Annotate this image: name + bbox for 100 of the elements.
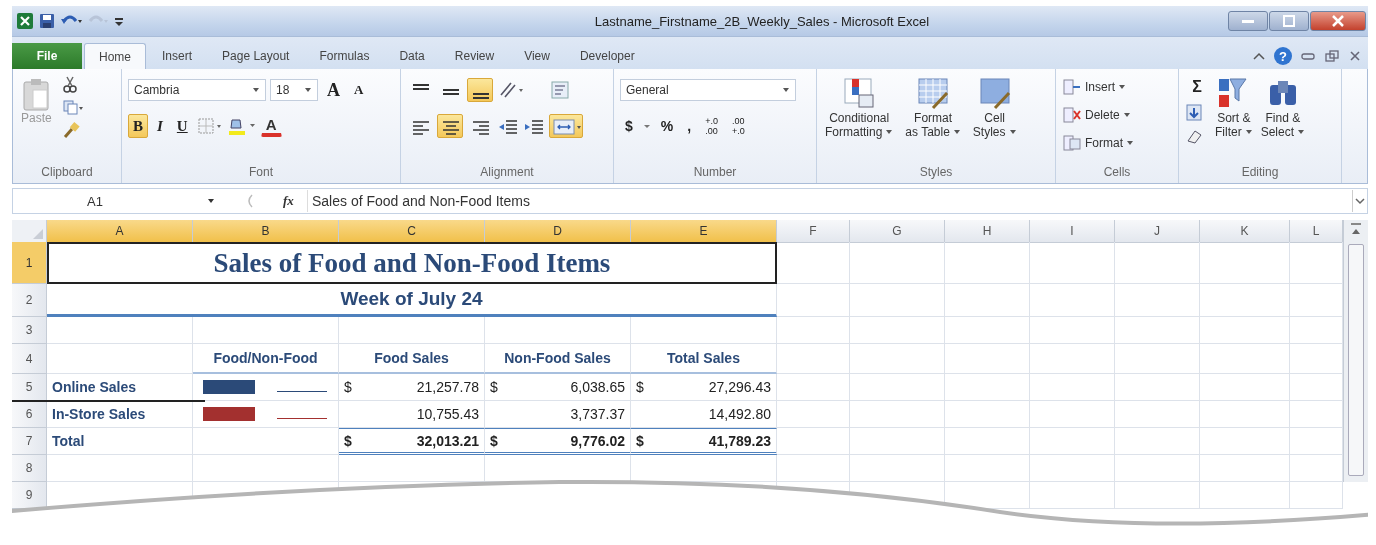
column-header[interactable]: B <box>193 220 339 243</box>
amount-cell[interactable]: $ 21,257.78 <box>339 374 485 401</box>
amount-cell[interactable]: $ 41,789.23 <box>631 428 777 455</box>
number-format-dropdown[interactable]: General <box>620 79 796 101</box>
empty-cell[interactable] <box>1030 401 1115 428</box>
ribbon-tab[interactable]: File <box>12 43 82 69</box>
empty-cell[interactable] <box>1030 242 1115 284</box>
select-all-icon[interactable] <box>32 228 44 240</box>
column-heading-cell[interactable]: Food/Non-Food <box>193 344 339 374</box>
percent-button[interactable]: % <box>655 114 679 138</box>
empty-cell[interactable] <box>1030 428 1115 455</box>
styles-button[interactable]: Conditional Formatting <box>823 75 896 139</box>
amount-cell[interactable]: $ 27,296.43 <box>631 374 777 401</box>
formula-input[interactable]: Sales of Food and Non-Food Items <box>307 190 1352 212</box>
save-icon[interactable] <box>38 12 56 30</box>
scrollbar-thumb[interactable] <box>1348 244 1364 476</box>
editing-button[interactable]: Find & Select <box>1258 75 1308 165</box>
column-header[interactable]: J <box>1115 220 1200 243</box>
excel-logo-icon[interactable] <box>16 12 34 30</box>
empty-cell[interactable] <box>1115 242 1200 284</box>
amount-cell[interactable]: 14,492.80 <box>631 401 777 428</box>
font-style-button[interactable]: B <box>128 114 148 138</box>
font-name-dropdown[interactable]: Cambria <box>128 79 266 101</box>
row-header[interactable]: 3 <box>12 317 47 344</box>
row-header[interactable]: 4 <box>12 344 47 374</box>
vertical-scrollbar[interactable] <box>1343 220 1368 482</box>
empty-cell[interactable] <box>1030 344 1115 374</box>
subtitle-cell[interactable]: Week of July 24 <box>47 284 777 317</box>
empty-cell[interactable] <box>945 284 1030 317</box>
column-header[interactable]: L <box>1290 220 1343 243</box>
empty-cell[interactable] <box>850 374 945 401</box>
row-header[interactable]: 1 <box>12 242 47 284</box>
empty-cell[interactable] <box>1030 374 1115 401</box>
row-header[interactable]: 2 <box>12 284 47 317</box>
empty-cell[interactable] <box>945 242 1030 284</box>
name-box[interactable]: A1 <box>13 193 223 209</box>
empty-cell[interactable] <box>777 242 850 284</box>
empty-cell[interactable] <box>1115 344 1200 374</box>
cut-icon[interactable] <box>61 75 78 93</box>
fill-color-icon[interactable] <box>226 116 257 136</box>
empty-cell[interactable] <box>850 428 945 455</box>
empty-cell[interactable] <box>1115 428 1200 455</box>
empty-cell[interactable] <box>945 428 1030 455</box>
column-header[interactable]: G <box>850 220 945 243</box>
font-style-button[interactable]: I <box>152 114 168 138</box>
empty-cell[interactable] <box>777 284 850 317</box>
empty-cell[interactable] <box>850 401 945 428</box>
column-header[interactable]: I <box>1030 220 1115 243</box>
ribbon-tab[interactable]: Home <box>84 43 146 69</box>
column-header[interactable]: H <box>945 220 1030 243</box>
column-header[interactable]: F <box>777 220 850 243</box>
empty-cell[interactable] <box>945 401 1030 428</box>
grow-font-button[interactable]: A <box>322 78 345 102</box>
title-cell[interactable]: Sales of Food and Non-Food Items <box>47 242 777 284</box>
font-size-dropdown[interactable]: 18 <box>270 79 318 101</box>
ribbon-tab[interactable]: View <box>510 43 564 69</box>
amount-cell[interactable]: 10,755.43 <box>339 401 485 428</box>
decimal-button[interactable]: .00 +.0 <box>726 114 750 138</box>
empty-cell[interactable] <box>777 344 850 374</box>
column-heading-cell[interactable]: Total Sales <box>631 344 777 374</box>
empty-cell[interactable] <box>1200 401 1290 428</box>
amount-cell[interactable]: $ 9,776.02 <box>485 428 631 455</box>
horizontal-align-icon[interactable] <box>437 114 463 138</box>
styles-button[interactable]: Format as Table <box>903 75 963 139</box>
empty-cell[interactable] <box>945 374 1030 401</box>
merge-center-icon[interactable] <box>549 114 583 138</box>
comma-button[interactable]: , <box>682 114 697 138</box>
row-label-cell[interactable]: Total <box>47 428 193 455</box>
row-header[interactable]: 8 <box>12 455 47 482</box>
copy-icon[interactable] <box>61 99 84 115</box>
format-painter-icon[interactable] <box>61 121 80 139</box>
empty-cell[interactable] <box>1030 284 1115 317</box>
minimize-icon[interactable] <box>1300 51 1316 61</box>
cells-button[interactable]: Insert <box>1062 75 1172 99</box>
close-button[interactable] <box>1310 11 1366 31</box>
autosum-button[interactable]: Σ <box>1185 75 1209 99</box>
empty-cell[interactable] <box>1200 344 1290 374</box>
column-header[interactable]: C <box>339 220 485 243</box>
column-header[interactable]: K <box>1200 220 1290 243</box>
empty-cell[interactable] <box>850 344 945 374</box>
collapse-ribbon-icon[interactable] <box>1252 50 1266 62</box>
editing-button[interactable]: Sort & Filter <box>1213 75 1255 165</box>
ribbon-tab[interactable]: Data <box>385 43 439 69</box>
column-header[interactable]: D <box>485 220 631 243</box>
help-icon[interactable]: ? <box>1274 47 1292 65</box>
styles-button[interactable]: Cell Styles <box>970 75 1019 139</box>
empty-cell[interactable] <box>850 284 945 317</box>
row-header[interactable]: 7 <box>12 428 47 455</box>
empty-cell[interactable] <box>1200 428 1290 455</box>
maximize-button[interactable] <box>1269 11 1309 31</box>
ribbon-tab[interactable]: Review <box>440 43 509 69</box>
font-color-button[interactable]: A <box>260 115 282 137</box>
sparkline-cell[interactable] <box>193 401 339 428</box>
cells-button[interactable]: Format <box>1062 131 1172 155</box>
restore-icon[interactable] <box>1324 49 1340 63</box>
column-heading-cell[interactable]: Non-Food Sales <box>485 344 631 374</box>
column-header[interactable]: A <box>47 220 193 243</box>
row-header[interactable]: 6 <box>12 401 47 428</box>
amount-cell[interactable]: $ 32,013.21 <box>339 428 485 455</box>
row-header[interactable]: 9 <box>12 482 47 509</box>
